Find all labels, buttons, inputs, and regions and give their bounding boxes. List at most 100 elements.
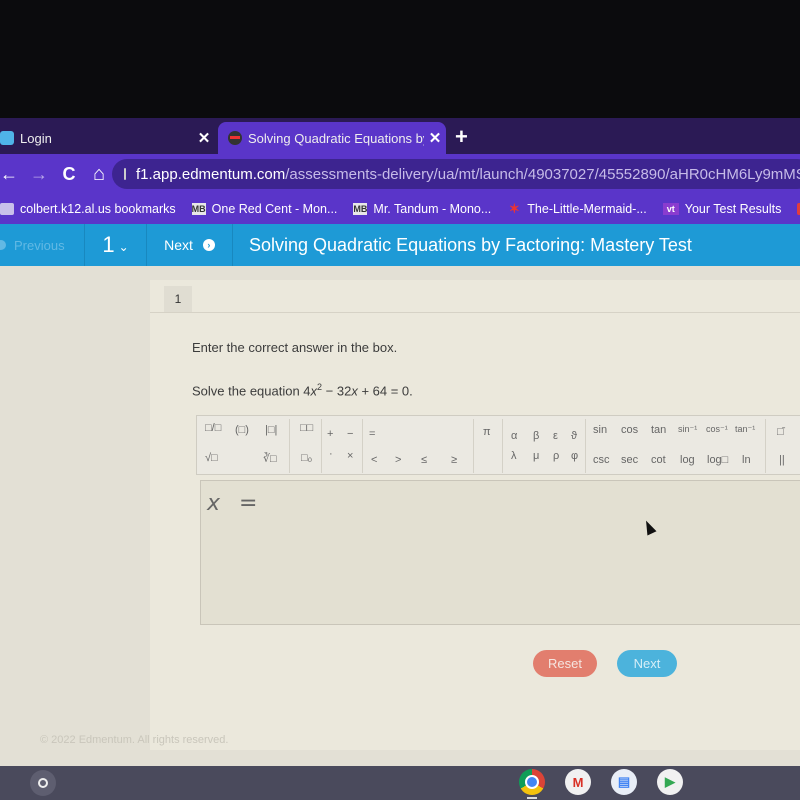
address-bar[interactable]: f1.app.edmentum.com/assessments-delivery… — [112, 159, 800, 189]
tab-title: Solving Quadratic Equations by — [248, 130, 424, 146]
reset-button[interactable]: Reset — [533, 650, 597, 677]
next-button[interactable]: Next — [617, 650, 677, 677]
content-area: 1 Enter the correct answer in the box. S… — [0, 266, 800, 756]
lambda-button[interactable]: λ — [511, 450, 517, 462]
divider — [362, 419, 363, 473]
tab-title: Login — [20, 130, 52, 146]
rho-button[interactable]: ρ — [553, 450, 559, 462]
minus-button[interactable]: − — [347, 428, 353, 440]
less-equal-button[interactable]: ≤ — [421, 454, 427, 466]
docs-icon[interactable]: ▤ — [611, 769, 637, 795]
tab-strip: Login ✕ Solving Quadratic Equations by ✕… — [0, 118, 800, 154]
divider — [289, 419, 290, 473]
previous-arrow-icon — [0, 240, 6, 250]
ln-button[interactable]: ln — [742, 454, 751, 466]
divider — [473, 419, 474, 473]
bookmark-label: Mr. Tandum - Mono... — [373, 202, 492, 216]
header-next-button[interactable]: Next › — [147, 224, 233, 266]
parallel-button[interactable]: || — [779, 454, 785, 466]
subscript-button[interactable]: □₀ — [301, 452, 312, 464]
new-tab-button[interactable]: + — [455, 124, 468, 150]
cos-button[interactable]: cos — [621, 424, 638, 436]
overline-button[interactable]: □̄ — [777, 426, 784, 438]
page-info-icon[interactable] — [124, 168, 126, 180]
dot-multiply-button[interactable]: · — [329, 448, 333, 460]
launcher-icon — [38, 778, 48, 788]
times-button[interactable]: × — [347, 450, 353, 462]
tab-login[interactable]: Login ✕ — [0, 122, 215, 154]
next-label: Next — [164, 237, 193, 253]
arccos-button[interactable]: cos⁻¹ — [706, 424, 728, 435]
less-than-button[interactable]: < — [371, 454, 377, 466]
tan-button[interactable]: tan — [651, 424, 666, 436]
theta-button[interactable]: ϑ — [571, 430, 577, 442]
home-button[interactable]: ⌂ — [84, 163, 114, 186]
parentheses-button[interactable]: (□) — [235, 424, 249, 436]
arcsin-button[interactable]: sin⁻¹ — [678, 424, 697, 435]
mb-icon: MB — [353, 203, 368, 215]
csc-button[interactable]: csc — [593, 454, 610, 466]
cloud-icon — [0, 131, 14, 145]
divider — [502, 419, 503, 473]
bookmark-little-mermaid[interactable]: ✶ The-Little-Mermaid-... — [507, 202, 647, 216]
play-store-icon[interactable]: ▶ — [657, 769, 683, 795]
chevron-down-icon: ⌄ — [118, 240, 129, 254]
reload-button[interactable]: C — [54, 164, 84, 185]
previous-button[interactable]: Previous — [0, 224, 85, 266]
cot-button[interactable]: cot — [651, 454, 666, 466]
exponent-button[interactable]: □□ — [300, 422, 313, 434]
bookmark-label: colbert.k12.al.us bookmarks — [20, 202, 176, 216]
question-selector[interactable]: 1 ⌄ — [85, 224, 147, 266]
chrome-icon[interactable] — [519, 769, 545, 795]
gmail-icon[interactable]: M — [565, 769, 591, 795]
tab-solving-quadratic[interactable]: Solving Quadratic Equations by ✕ — [218, 122, 446, 154]
bookmarks-bar: colbert.k12.al.us bookmarks MB One Red C… — [0, 194, 800, 224]
log-base-button[interactable]: log□ — [707, 454, 728, 466]
phi-button[interactable]: φ — [571, 450, 578, 462]
sec-button[interactable]: sec — [621, 454, 638, 466]
square-root-button[interactable]: √□ — [205, 452, 218, 464]
fraction-button[interactable]: □/□ — [205, 422, 221, 434]
answer-input[interactable]: x = — [200, 480, 800, 625]
epsilon-button[interactable]: ε — [553, 430, 558, 442]
bookmark-label: Your Test Results — [684, 202, 782, 216]
bookmark-one-red-cent[interactable]: MB One Red Cent - Mon... — [191, 202, 337, 216]
sin-button[interactable]: sin — [593, 424, 607, 436]
alpha-button[interactable]: α — [511, 430, 517, 442]
prompt-text: + 64 = 0. — [357, 383, 413, 399]
absolute-value-button[interactable]: |□| — [265, 424, 277, 436]
back-button[interactable]: ← — [0, 164, 24, 185]
bookmark-mr-tandum[interactable]: MB Mr. Tandum - Mono... — [353, 202, 491, 216]
url-host: f1.app.edmentum.com — [136, 165, 286, 183]
greater-than-button[interactable]: > — [395, 454, 401, 466]
forward-button[interactable]: → — [24, 164, 54, 185]
edmentum-icon — [228, 131, 242, 145]
question-number-badge: 1 — [164, 286, 192, 312]
arctan-button[interactable]: tan⁻¹ — [735, 424, 755, 435]
previous-label: Previous — [14, 237, 65, 253]
active-app-indicator — [527, 797, 537, 799]
question-prompt: Solve the equation 4x2 − 32x + 64 = 0. — [192, 382, 413, 398]
launcher-button[interactable] — [30, 770, 56, 796]
bookmark-test-results[interactable]: vt Your Test Results — [662, 202, 782, 216]
equals-button[interactable]: = — [369, 428, 375, 440]
divider — [585, 419, 586, 473]
close-tab-icon[interactable]: ✕ — [424, 129, 446, 147]
test-title: Solving Quadratic Equations by Factoring… — [249, 234, 692, 255]
plus-button[interactable]: + — [327, 428, 333, 440]
vt-icon: vt — [662, 203, 679, 215]
prompt-text: − 32 — [322, 383, 352, 399]
screen: Login ✕ Solving Quadratic Equations by ✕… — [0, 118, 800, 800]
mb-icon: MB — [191, 203, 206, 215]
divider — [150, 312, 800, 313]
greater-equal-button[interactable]: ≥ — [451, 454, 457, 466]
divider — [321, 419, 322, 473]
nth-root-button[interactable]: ∛□ — [263, 452, 277, 465]
beta-button[interactable]: β — [533, 430, 539, 442]
log-button[interactable]: log — [680, 454, 695, 466]
url-path: /assessments-delivery/ua/mt/launch/49037… — [285, 165, 800, 183]
close-tab-icon[interactable]: ✕ — [193, 129, 215, 147]
bookmark-colbert[interactable]: colbert.k12.al.us bookmarks — [0, 202, 176, 216]
mu-button[interactable]: μ — [533, 450, 539, 462]
pi-button[interactable]: π — [483, 426, 491, 438]
